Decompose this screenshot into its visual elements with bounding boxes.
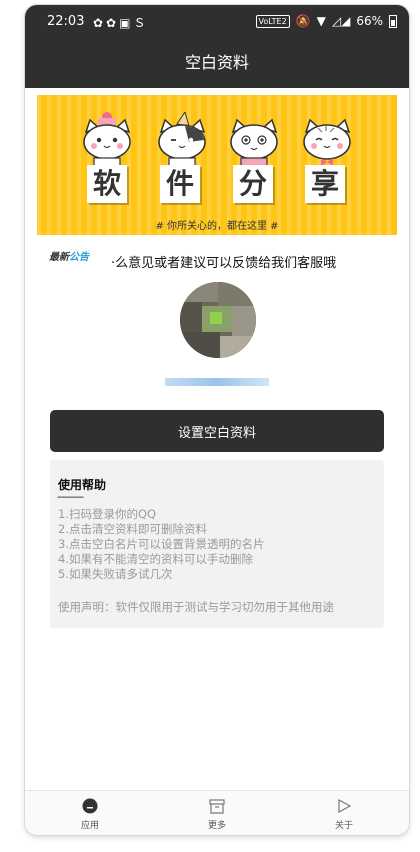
bottom-tab-bar: 应用 更多 关于 [25,790,409,835]
banner-image[interactable]: 软 件 分 享 # 你所关心的，都在这里 # [37,95,397,235]
cat-illustration [230,118,278,166]
avatar[interactable] [180,282,256,358]
help-title: 使用帮助 [58,478,107,492]
battery-icon [389,14,397,28]
battery-text: 66% [356,14,383,28]
set-blank-profile-button[interactable]: 设置空白资料 [50,410,384,452]
avatar-image [180,282,256,358]
help-item: 4.如果有不能清空的资料可以手动删除 [58,552,253,566]
status-bar: 22:03 ✿✿▣Ｓ VoLTE2 🔕 ▼ ◿◢ 66% [25,5,409,38]
banner-slogan: # 你所关心的，都在这里 # [155,221,279,232]
status-icons: VoLTE2 🔕 ▼ ◿◢ 66% [255,14,397,28]
help-panel: 使用帮助 ---------- 1.扫码登录你的QQ 2.点击清空资料即可删除资… [50,460,384,628]
banner-char: 软 [87,165,127,203]
notification-icons: ✿✿▣Ｓ [93,16,149,30]
help-item: 5.如果失败请多试几次 [58,567,173,581]
volte-icon: VoLTE2 [255,14,290,28]
cat-illustration [303,118,351,166]
signal-icon: ◿◢ [331,14,351,28]
tab-more[interactable]: 更多 [182,796,252,831]
help-item: 2.点击清空资料即可删除资料 [58,522,207,536]
mute-icon: 🔕 [295,14,311,28]
tab-apps[interactable]: 应用 [55,796,125,831]
announcement-tag: 最新公告 [49,252,89,263]
app-icon [55,796,125,816]
help-divider: ---------- [57,492,84,503]
box-icon [182,796,252,816]
banner-char: 分 [233,165,273,203]
help-disclaimer: 使用声明：软件仅限用于测试与学习切勿用于其他用途 [58,600,334,614]
announcement-bar[interactable]: 最新公告 ·么意见或者建议可以反馈给我们客服哦 [49,246,389,271]
help-item: 3.点击空白名片可以设置背景透明的名片 [58,537,265,551]
phone-frame: 22:03 ✿✿▣Ｓ VoLTE2 🔕 ▼ ◿◢ 66% 空白资料 软 件 分 … [25,5,409,835]
announcement-text: ·么意见或者建议可以反馈给我们客服哦 [111,256,337,271]
play-icon [309,796,379,816]
help-list: 1.扫码登录你的QQ 2.点击清空资料即可删除资料 3.点击空白名片可以设置背景… [58,507,264,582]
cat-illustration [158,112,206,166]
main-content: 软 件 分 享 # 你所关心的，都在这里 # 最新公告 ·么意见或者建议可以反馈… [25,88,409,790]
wifi-icon: ▼ [316,14,326,28]
status-time: 22:03 [47,14,85,29]
cat-illustration [83,112,131,166]
tab-about[interactable]: 关于 [309,796,379,831]
help-item: 1.扫码登录你的QQ [58,507,157,521]
banner-char: 件 [160,165,200,203]
nickname-blurred [165,378,269,386]
banner-char: 享 [305,165,345,203]
page-title: 空白资料 [25,38,409,88]
